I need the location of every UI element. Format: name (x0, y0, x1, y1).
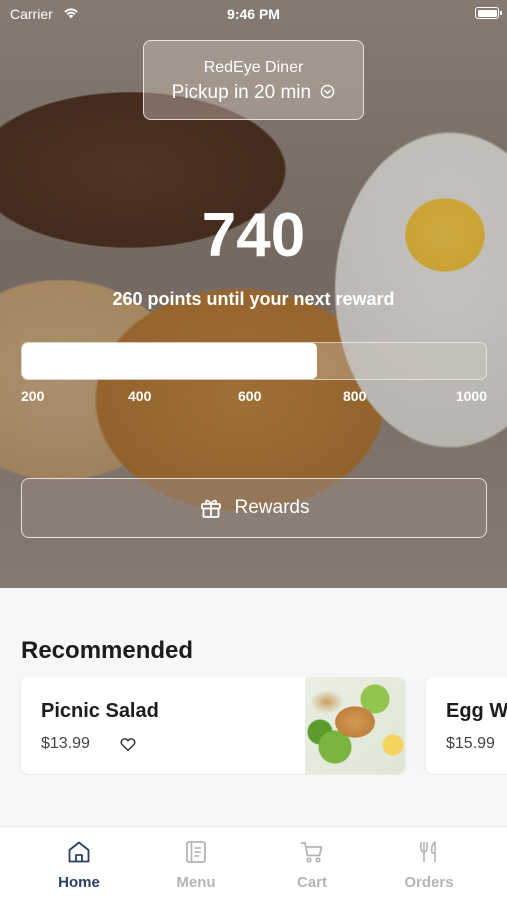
progress-tick-labels: 200 400 600 800 1000 (21, 388, 487, 404)
progress-tick-label: 800 (343, 388, 367, 404)
tab-label: Cart (296, 874, 327, 891)
rewards-progress-bar (21, 342, 487, 380)
recommended-carousel[interactable]: Picnic Salad $13.99 Egg W $15.99 (0, 677, 507, 775)
item-name: Picnic Salad (41, 700, 159, 722)
pickup-time-label: Pickup in 20 min (171, 82, 312, 103)
rewards-button[interactable]: Rewards (21, 478, 487, 538)
progress-tick-label: 200 (21, 388, 45, 404)
pickup-time-row: Pickup in 20 min (144, 82, 363, 104)
progress-tick-label: 600 (238, 388, 262, 404)
rewards-button-label: Rewards (234, 497, 310, 518)
item-image (305, 677, 405, 774)
recommended-item-card[interactable]: Picnic Salad $13.99 (21, 677, 405, 774)
menu-icon (186, 841, 206, 863)
progress-tick-label: 1000 (455, 388, 487, 404)
home-icon (68, 841, 90, 863)
tab-cart[interactable]: Cart (249, 827, 375, 901)
clock-time: 9:46 PM (227, 6, 280, 22)
tab-orders[interactable]: Orders (366, 827, 492, 901)
points-caption: 260 points until your next reward (112, 289, 395, 309)
tab-menu[interactable]: Menu (133, 827, 259, 901)
tab-label: Home (58, 874, 100, 891)
item-price: $15.99 (446, 735, 495, 752)
progress-tick-label: 400 (128, 388, 152, 404)
points-balance: 740 (201, 201, 306, 270)
cart-icon (300, 842, 323, 863)
item-price: $13.99 (41, 735, 90, 752)
rewards-progress-fill (22, 343, 317, 379)
recommended-heading: Recommended (21, 637, 194, 664)
tab-label: Orders (404, 874, 454, 891)
fork-knife-icon (420, 841, 436, 862)
store-selector-button[interactable]: RedEye Diner Pickup in 20 min (143, 40, 364, 120)
tab-label: Menu (176, 874, 216, 891)
battery-icon (475, 7, 502, 19)
status-bar: Carrier 9:46 PM (0, 0, 507, 30)
hero-section: Carrier 9:46 PM RedEye Diner Pickup in 2… (0, 0, 507, 588)
tab-bar: Home Menu Cart Orders (0, 826, 507, 901)
item-name: Egg W (446, 700, 507, 722)
tab-home[interactable]: Home (16, 827, 142, 901)
chevron-down-circle-icon (321, 84, 335, 99)
store-name: RedEye Diner (203, 59, 304, 76)
gift-icon (200, 499, 221, 518)
heart-icon[interactable] (119, 735, 137, 753)
recommended-item-card[interactable]: Egg W $15.99 (426, 677, 507, 774)
